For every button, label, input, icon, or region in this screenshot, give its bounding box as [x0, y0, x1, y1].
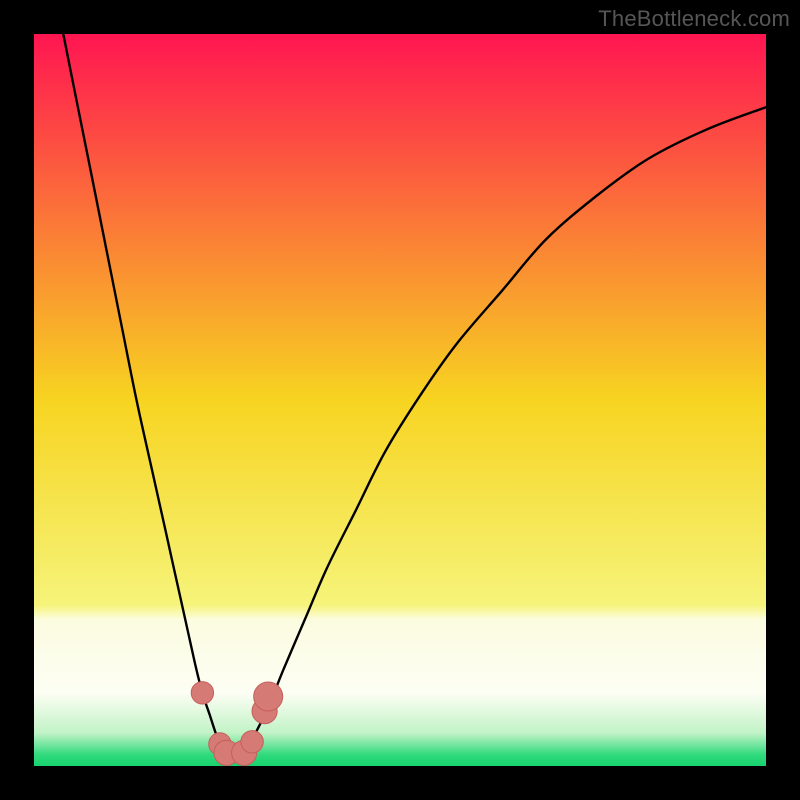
curve-marker [191, 682, 213, 704]
curve-marker [254, 682, 283, 711]
watermark-text: TheBottleneck.com [598, 6, 790, 32]
curve-markers [191, 682, 283, 766]
plot-area [34, 34, 766, 766]
curve-layer [34, 34, 766, 766]
outer-frame: TheBottleneck.com [0, 0, 800, 800]
bottleneck-curve [63, 34, 766, 760]
curve-marker [241, 731, 263, 753]
